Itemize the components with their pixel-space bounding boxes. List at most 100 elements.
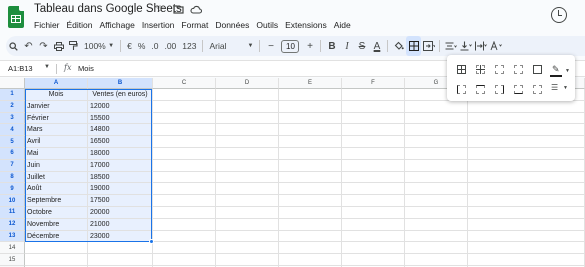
cell-g6[interactable] <box>405 148 468 160</box>
cell-a1[interactable]: Mois <box>25 89 88 101</box>
cell-b14[interactable] <box>88 242 153 255</box>
cell-b13[interactable]: 23000 <box>88 230 153 243</box>
cell[interactable] <box>468 230 585 243</box>
all-borders-icon[interactable] <box>457 65 466 74</box>
column-header-b[interactable]: B <box>88 78 153 89</box>
text-wrapping-icon[interactable] <box>473 36 488 56</box>
cell-b10[interactable]: 17500 <box>88 195 153 207</box>
row-header-11[interactable]: 11 <box>0 207 25 219</box>
cell-a15[interactable] <box>25 254 88 266</box>
cell-f15[interactable] <box>342 254 405 266</box>
cell-g11[interactable] <box>405 207 468 219</box>
cell-b12[interactable]: 21000 <box>88 218 153 231</box>
row-header-7[interactable]: 7 <box>0 159 25 172</box>
column-header-e[interactable]: E <box>279 78 342 89</box>
cell-e1[interactable] <box>279 89 342 101</box>
border-color-icon[interactable]: ✎ <box>552 64 560 75</box>
cell-e8[interactable] <box>279 171 342 184</box>
cell[interactable] <box>468 136 585 148</box>
cell-a6[interactable]: Mai <box>25 148 88 160</box>
text-color-button[interactable]: A <box>369 36 384 56</box>
menu-item-aide[interactable]: Aide <box>330 20 354 30</box>
cell-g14[interactable] <box>405 242 468 255</box>
cell-d1[interactable] <box>216 89 279 101</box>
cell-c6[interactable] <box>153 148 216 160</box>
menu-item-insertion[interactable]: Insertion <box>138 20 178 30</box>
spreadsheet-grid[interactable]: A B C D E F G 1 Mois Ventes (en euros) 2 Janvier 120… <box>0 78 585 267</box>
row-header-3[interactable]: 3 <box>0 112 25 125</box>
cell-e11[interactable] <box>279 207 342 219</box>
menu-item-fichier[interactable]: Fichier <box>34 20 63 30</box>
cell-b8[interactable]: 18500 <box>88 171 153 184</box>
left-border-icon[interactable] <box>457 85 466 94</box>
currency-format-button[interactable]: € <box>124 36 135 56</box>
cell-f12[interactable] <box>342 218 405 231</box>
cell-c3[interactable] <box>153 112 216 125</box>
cell-c14[interactable] <box>153 242 216 255</box>
cell-c11[interactable] <box>153 207 216 219</box>
cell-a9[interactable]: Août <box>25 183 88 196</box>
borders-icon[interactable] <box>406 36 422 56</box>
row-header-10[interactable]: 10 <box>0 195 25 207</box>
cell-c4[interactable] <box>153 124 216 137</box>
row-header-13[interactable]: 13 <box>0 230 25 243</box>
cell-b4[interactable]: 14800 <box>88 124 153 137</box>
inner-borders-icon[interactable] <box>476 65 485 74</box>
cell[interactable] <box>468 207 585 219</box>
cell-d8[interactable] <box>216 171 279 184</box>
cell-d4[interactable] <box>216 124 279 137</box>
decrease-font-size-icon[interactable]: − <box>263 36 278 56</box>
cell-f9[interactable] <box>342 183 405 196</box>
menu-item-affichage[interactable]: Affichage <box>96 20 138 30</box>
cell-d12[interactable] <box>216 218 279 231</box>
menu-item-format[interactable]: Format <box>178 20 212 30</box>
decrease-decimals-button[interactable]: .0 <box>148 36 161 56</box>
cell-c9[interactable] <box>153 183 216 196</box>
search-menus-icon[interactable] <box>6 36 21 56</box>
fill-color-icon[interactable] <box>391 36 406 56</box>
cell-e14[interactable] <box>279 242 342 255</box>
cell-c5[interactable] <box>153 136 216 148</box>
cell-d5[interactable] <box>216 136 279 148</box>
bold-button[interactable]: B <box>324 36 339 56</box>
row-header-14[interactable]: 14 <box>0 242 25 255</box>
vertical-align-icon[interactable] <box>458 36 473 56</box>
cell-a13[interactable]: Décembre <box>25 230 88 243</box>
right-border-icon[interactable] <box>495 85 504 94</box>
italic-button[interactable]: I <box>339 36 354 56</box>
cell-c7[interactable] <box>153 159 216 172</box>
cell-a3[interactable]: Février <box>25 112 88 125</box>
cell-c10[interactable] <box>153 195 216 207</box>
merge-cells-icon[interactable] <box>421 36 436 56</box>
row-header-6[interactable]: 6 <box>0 148 25 160</box>
cell-f13[interactable] <box>342 230 405 243</box>
cell-b5[interactable]: 16500 <box>88 136 153 148</box>
cell-a5[interactable]: Avril <box>25 136 88 148</box>
cell-g2[interactable] <box>405 100 468 113</box>
formula-input[interactable]: Mois <box>78 64 94 73</box>
version-history-icon[interactable] <box>551 7 567 23</box>
cell-g3[interactable] <box>405 112 468 125</box>
cell-b7[interactable]: 17000 <box>88 159 153 172</box>
folder-move-icon[interactable] <box>172 3 184 15</box>
cell[interactable] <box>468 242 585 255</box>
cell-a12[interactable]: Novembre <box>25 218 88 231</box>
cell-f8[interactable] <box>342 171 405 184</box>
border-style-icon[interactable]: ☰ <box>551 83 558 92</box>
menu-item-extensions[interactable]: Extensions <box>282 20 331 30</box>
cell-e7[interactable] <box>279 159 342 172</box>
print-icon[interactable] <box>51 36 66 56</box>
strikethrough-button[interactable]: S <box>354 36 369 56</box>
percent-format-button[interactable]: % <box>135 36 149 56</box>
cell-g7[interactable] <box>405 159 468 172</box>
cell-d14[interactable] <box>216 242 279 255</box>
cell-f14[interactable] <box>342 242 405 255</box>
cell-d11[interactable] <box>216 207 279 219</box>
cell-b1[interactable]: Ventes (en euros) <box>88 89 153 101</box>
cell-e2[interactable] <box>279 100 342 113</box>
cell-e13[interactable] <box>279 230 342 243</box>
menu-item-outils[interactable]: Outils <box>253 20 282 30</box>
cell-f6[interactable] <box>342 148 405 160</box>
name-box[interactable]: A1:B13 <box>8 64 33 73</box>
cell-d15[interactable] <box>216 254 279 266</box>
